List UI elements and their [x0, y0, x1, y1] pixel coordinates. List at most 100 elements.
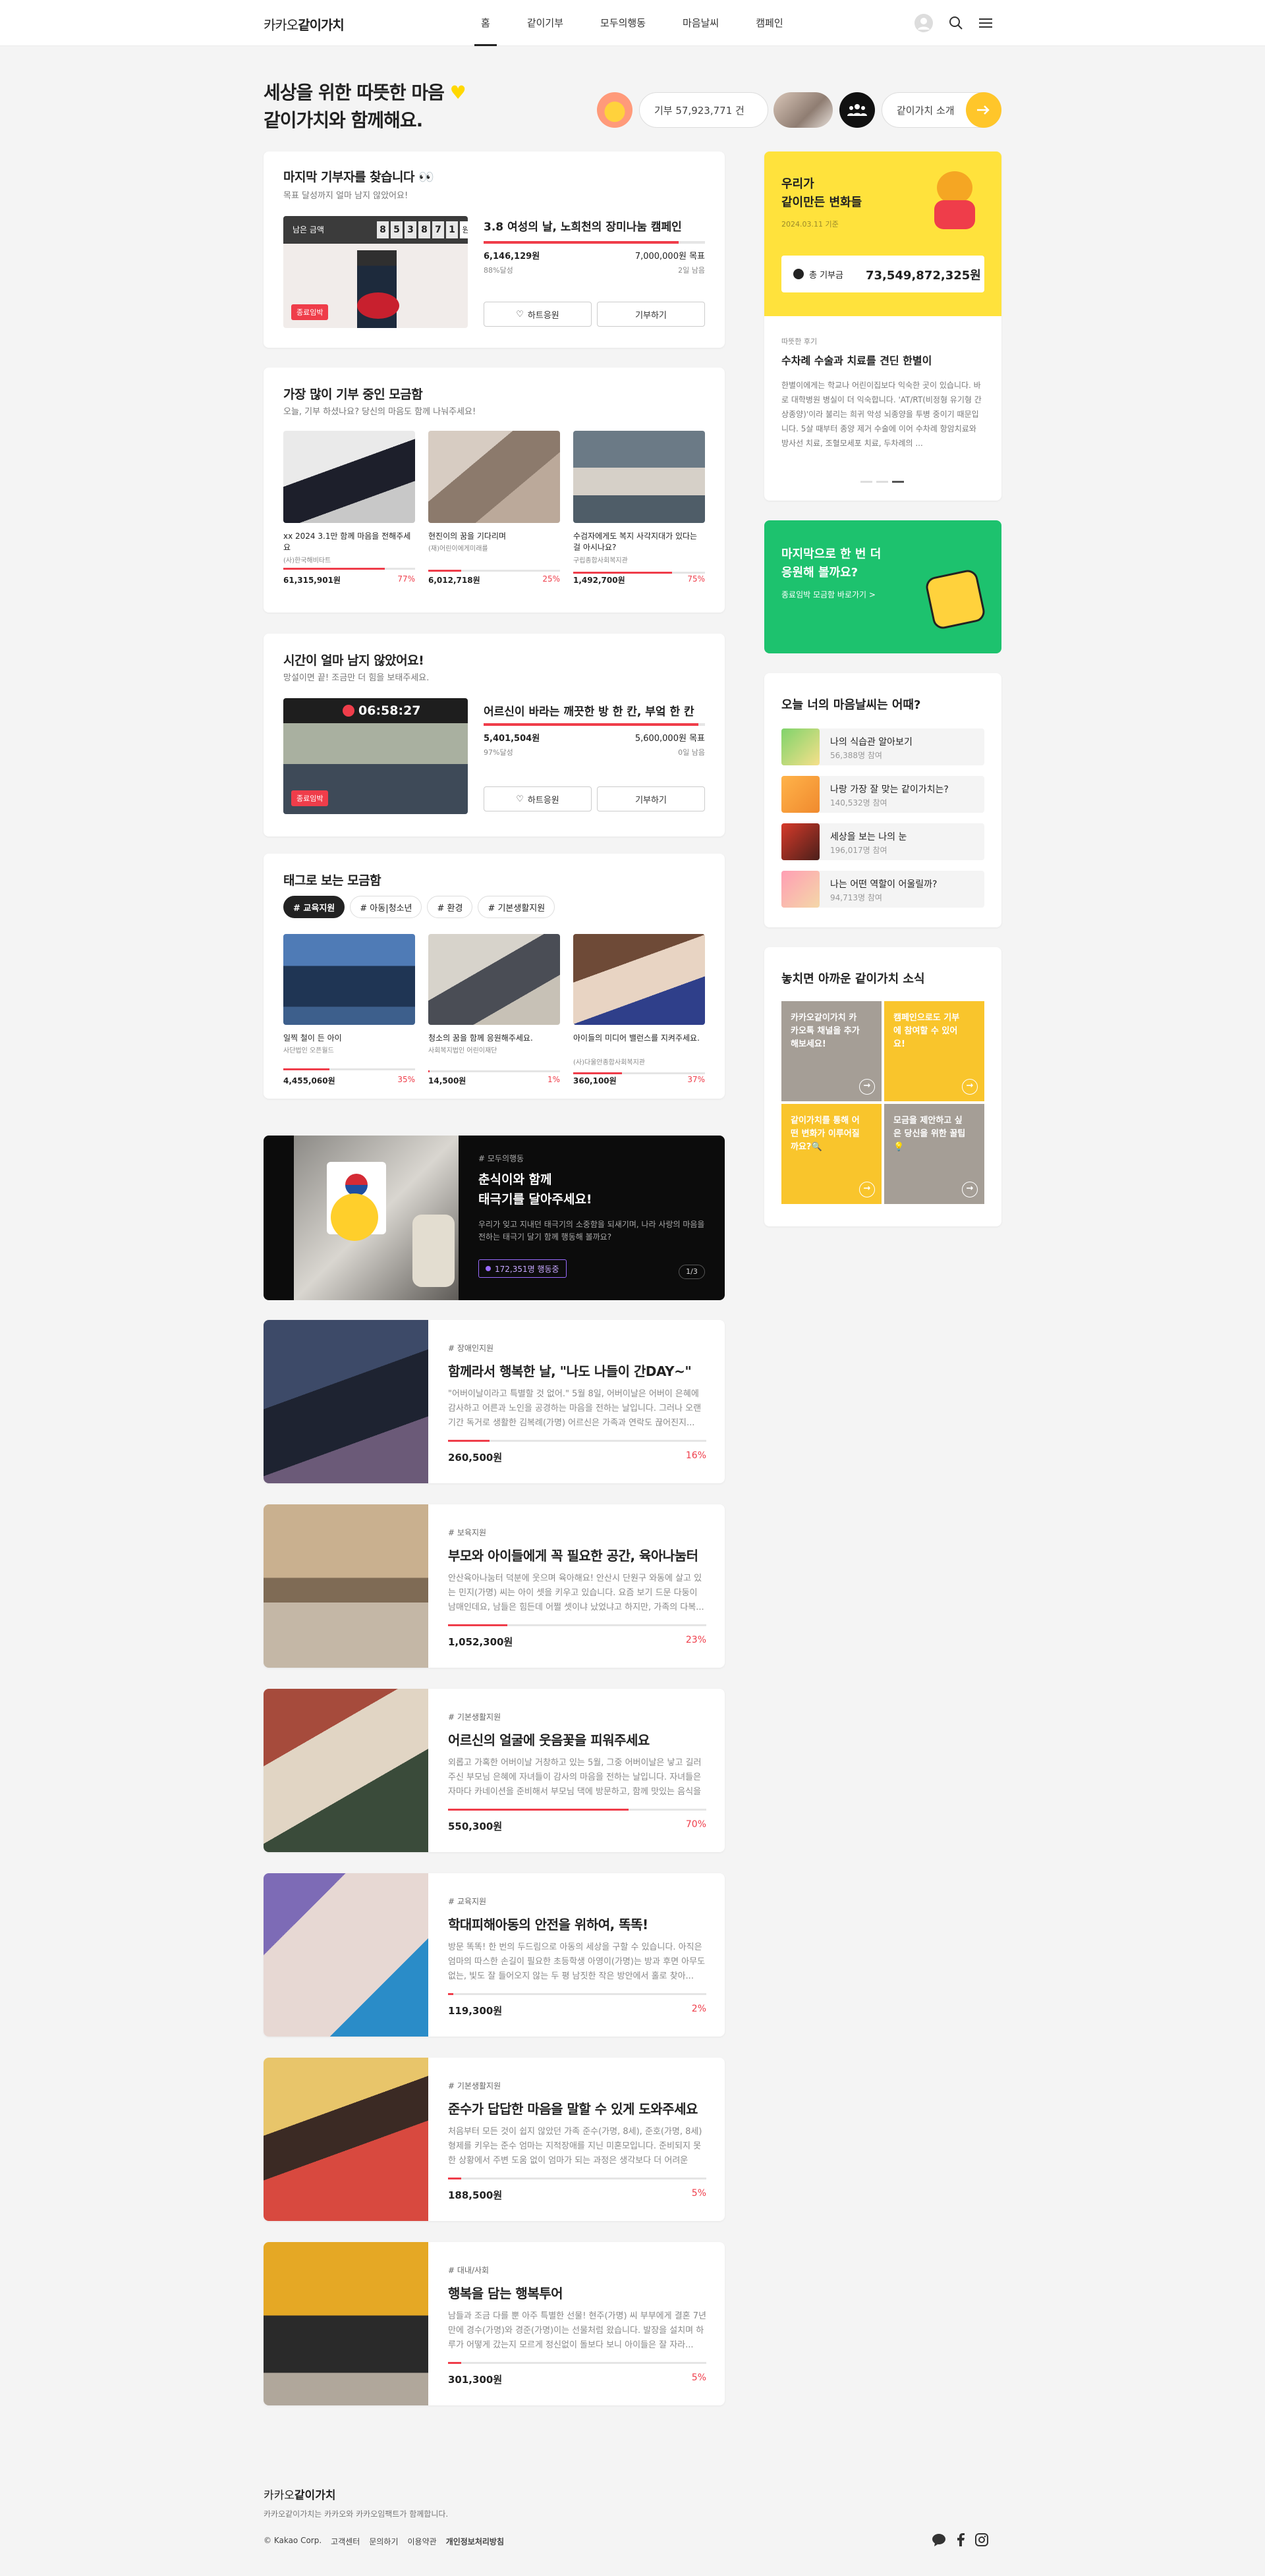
heart-cheer-button[interactable]: ♡ 하트응원 [484, 302, 592, 327]
tag-chip-youth[interactable]: # 아동|청소년 [350, 896, 422, 918]
footer-link-privacy[interactable]: 개인정보처리방침 [446, 2536, 504, 2547]
news-tile[interactable]: 캠페인으로도 기부에 참여할 수 있어요! → [884, 1001, 984, 1101]
donate-button[interactable]: 기부하기 [597, 302, 705, 327]
mood-item[interactable]: 나의 식습관 알아보기 56,388명 참여 [781, 728, 984, 765]
mood-item[interactable]: 나랑 가장 잘 맞는 같이가치는? 140,532명 참여 [781, 776, 984, 813]
last-cheer-link[interactable]: 종료임박 모금함 바로가기 > [781, 589, 876, 600]
arrow-right-icon: → [859, 1182, 875, 1197]
footer-link-support[interactable]: 고객센터 [331, 2536, 360, 2547]
news-tile[interactable]: 카카오같이가치 카카오톡 채널을 추가해보세요! → [781, 1001, 882, 1101]
avatar[interactable] [914, 14, 933, 32]
donation-count-pill[interactable]: 기부 57,923,771 건 [639, 92, 768, 128]
pager-dot-active[interactable] [892, 481, 904, 483]
pager-dot[interactable] [860, 481, 872, 483]
list-tag: # 보육지원 [448, 1528, 487, 1537]
tag-image-1[interactable] [283, 934, 415, 1025]
facebook-icon[interactable] [957, 2533, 965, 2546]
action-banner[interactable]: # 모두의행동 춘식이와 함께 태극기를 달아주세요! 우리가 잊고 지내던 태… [264, 1136, 725, 1300]
list-image [264, 1320, 428, 1483]
mood-item-count: 94,713명 참여 [830, 893, 882, 902]
tag-image-2[interactable] [428, 934, 560, 1025]
photo-pill[interactable] [773, 92, 833, 128]
nav-together-donate[interactable]: 같이기부 [518, 0, 573, 46]
footer-link-inquiry[interactable]: 문의하기 [369, 2536, 398, 2547]
donate-button[interactable]: 기부하기 [597, 786, 705, 811]
campaign-title[interactable]: 3.8 여성의 날, 노희천의 장미나눔 캠페인 [484, 217, 682, 234]
heart-cheer-label: 하트응원 [527, 310, 559, 321]
banner-title-line2: 태극기를 달아주세요! [478, 1192, 592, 1207]
timer-image[interactable]: 06:58:27 종료임박 [283, 698, 468, 814]
banner-pager[interactable]: 1/3 [679, 1265, 705, 1279]
popular-item-title[interactable]: 현진이의 꿈을 기다리며 [428, 531, 560, 542]
list-card[interactable]: # 보육지원 부모와 아이들에게 꼭 필요한 공간, 육아나눔터 안산육아나눔터… [264, 1504, 725, 1668]
list-tag: # 기본생활지원 [448, 1713, 501, 1722]
tag-item-title[interactable]: 청소의 꿈을 함께 응원해주세요. [428, 1033, 560, 1044]
community-icon[interactable] [839, 92, 875, 128]
tag-item-title[interactable]: 아이들의 미디어 밸런스를 지켜주세요. [573, 1033, 705, 1044]
progress-fill [448, 1809, 629, 1811]
story-title[interactable]: 수차례 수술과 치료를 견딘 한별이 [781, 352, 932, 368]
popular-image-3[interactable] [573, 431, 705, 523]
heart-cheer-button[interactable]: ♡ 하트응원 [484, 786, 592, 811]
instagram-icon[interactable] [975, 2533, 988, 2546]
coin-icon [793, 269, 804, 279]
changes-title-line1: 우리가 [781, 177, 814, 191]
popular-item-amount: 61,315,901원 [283, 576, 341, 585]
news-card: 놓치면 아까운 같이가치 소식 카카오같이가치 카카오톡 채널을 추가해보세요!… [764, 947, 1001, 1226]
tag-item-title[interactable]: 일찍 철이 든 아이 [283, 1033, 415, 1044]
list-title: 부모와 아이들에게 꼭 필요한 공간, 육아나눔터 [448, 1548, 698, 1564]
closing-soon-badge: 종료임박 [291, 790, 329, 806]
popular-image-1[interactable] [283, 431, 415, 523]
nav-home[interactable]: 홈 [472, 0, 499, 46]
list-title: 행복을 담는 행복투어 [448, 2286, 563, 2301]
popular-item-pct: 77% [397, 574, 415, 584]
menu-icon[interactable] [979, 17, 992, 29]
nav-mind-weather[interactable]: 마음날씨 [673, 0, 728, 46]
mood-item[interactable]: 나는 어떤 역할이 어울릴까? 94,713명 참여 [781, 871, 984, 908]
footer-logo[interactable]: 카카오같이가치 [264, 2486, 335, 2502]
tag-chip-environment[interactable]: # 환경 [427, 896, 473, 918]
progress-bar [484, 241, 705, 244]
news-tile[interactable]: 모금을 제안하고 싶은 당신을 위한 꿀팁💡 → [884, 1104, 984, 1204]
popular-item-title[interactable]: 수검자에게도 복지 사각지대가 있다는 걸 아시나요? [573, 531, 705, 553]
hero-title: 세상을 위한 따뜻한 마음 ♥ 같이가치와 함께해요. [264, 79, 466, 134]
progress-bar [448, 1440, 706, 1442]
news-tile[interactable]: 같이가치를 통해 어떤 변화가 이루어질까요?🔍 → [781, 1104, 882, 1204]
list-amount: 550,300원 [448, 1821, 503, 1832]
popular-item-title[interactable]: xx 2024 3.1만 함께 마음을 전해주세요 [283, 531, 415, 553]
tag-chip-education[interactable]: # 교육지원 [283, 896, 345, 918]
character-thumb[interactable] [597, 92, 632, 128]
list-card[interactable]: # 기본생활지원 어르신의 얼굴에 웃음꽃을 피워주세요 외롭고 가혹한 어버이… [264, 1689, 725, 1852]
mood-thumb [781, 871, 820, 908]
list-card[interactable]: # 교육지원 학대피해아동의 안전을 위하여, 똑똑! 방문 똑똑! 한 번의 … [264, 1873, 725, 2037]
logo-main: 같이가치 [298, 17, 345, 33]
copyright: © Kakao Corp. [264, 2536, 322, 2545]
list-card[interactable]: # 장애인지원 함께라서 행복한 날, "나도 나들이 간DAY~" "어버이날… [264, 1320, 725, 1483]
progress-bar [448, 1624, 706, 1626]
progress-fill [448, 1993, 453, 1995]
list-card[interactable]: # 기본생활지원 준수가 답답한 마음을 말할 수 있게 도와주세요 처음부터 … [264, 2058, 725, 2221]
intro-arrow-button[interactable] [966, 92, 1001, 128]
footer-link-terms[interactable]: 이용약관 [408, 2536, 437, 2547]
last-cheer-card[interactable]: 마지막으로 한 번 더 응원해 볼까요? 종료임박 모금함 바로가기 > [764, 520, 1001, 653]
last-donor-subtitle: 목표 달성까지 얼마 남지 않았어요! [283, 191, 408, 201]
story-pager[interactable] [860, 481, 904, 483]
list-card[interactable]: # 대내/사회 행복을 담는 행복투어 남들과 조금 다를 뿐 아주 특별한 선… [264, 2242, 725, 2405]
tag-chip-basic-living[interactable]: # 기본생활지원 [478, 896, 555, 918]
nav-everyone-action[interactable]: 모두의행동 [591, 0, 655, 46]
campaign-title[interactable]: 어르신이 바라는 깨끗한 방 한 칸, 부엌 한 칸 [484, 702, 694, 719]
nav-campaign[interactable]: 캠페인 [746, 0, 792, 46]
pager-dot[interactable] [876, 481, 888, 483]
banner-title: 춘식이와 함께 태극기를 달아주세요! [478, 1170, 592, 1209]
tag-image-3[interactable] [573, 934, 705, 1025]
mood-item[interactable]: 세상을 보는 나의 눈 196,017명 참여 [781, 823, 984, 860]
tag-item-org: 사회복지법인 어린이재단 [428, 1047, 497, 1055]
kakao-talk-icon[interactable] [932, 2533, 946, 2546]
progress-bar [448, 2362, 706, 2364]
search-icon[interactable] [949, 16, 963, 30]
logo[interactable]: 카카오같이가치 [264, 14, 345, 34]
top-header: 카카오같이가치 홈 같이기부 모두의행동 마음날씨 캠페인 [0, 0, 1265, 46]
last-donor-image[interactable]: 남은 금액 8 5 3 8 7 1 원 종료임박 [283, 216, 468, 328]
progress-bar [448, 1809, 706, 1811]
popular-image-2[interactable] [428, 431, 560, 523]
